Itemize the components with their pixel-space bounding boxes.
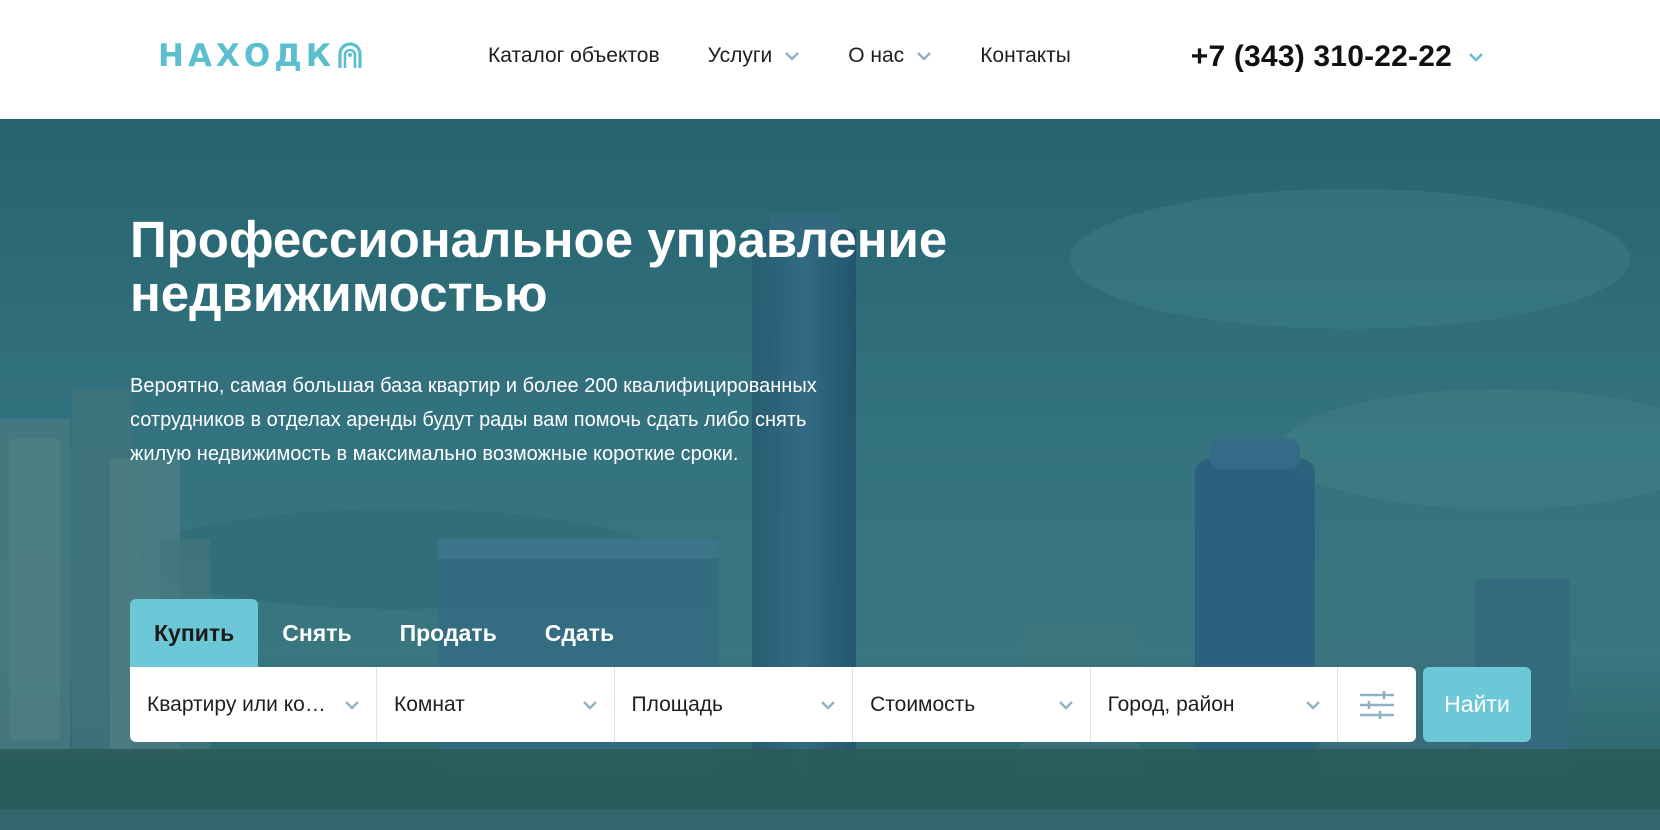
phone-dropdown[interactable]: +7 (343) 310-22-22 [1191, 40, 1484, 74]
chevron-down-icon [785, 52, 800, 61]
hero-title: Профессиональное управление недвижимость… [130, 211, 948, 322]
tab-lease[interactable]: Сдать [521, 599, 638, 667]
rooms-select[interactable]: Комнат [377, 667, 615, 742]
nav-item-catalog[interactable]: Каталог объектов [488, 44, 660, 68]
price-select[interactable]: Стоимость [853, 667, 1091, 742]
tab-sell[interactable]: Продать [376, 599, 521, 667]
chevron-down-icon [345, 701, 359, 710]
main-nav: Каталог объектов Услуги О нас Контакты [488, 44, 1071, 68]
nav-item-about[interactable]: О нас [848, 44, 932, 68]
logo-text: НАХОДК [158, 38, 336, 74]
rooms-value: Комнат [394, 692, 465, 716]
chevron-down-icon [1058, 701, 1073, 710]
nav-item-services[interactable]: Услуги [708, 44, 801, 68]
location-value: Город, район [1107, 692, 1235, 716]
tab-rent[interactable]: Снять [258, 599, 375, 667]
tab-buy[interactable]: Купить [130, 599, 259, 667]
nav-item-label: Каталог объектов [488, 44, 660, 67]
site-header: НАХОДК Каталог объектов Услуги О нас Кон… [0, 0, 1660, 119]
nav-item-contacts[interactable]: Контакты [980, 44, 1071, 68]
logo-pin-icon [338, 42, 362, 68]
nav-item-label: О нас [848, 44, 905, 67]
search-submit-button[interactable]: Найти [1423, 667, 1531, 742]
area-select[interactable]: Площадь [615, 667, 854, 742]
phone-number: +7 (343) 310-22-22 [1190, 40, 1452, 73]
chevron-down-icon [582, 701, 597, 710]
nav-item-label: Услуги [707, 44, 773, 67]
hero-section: Профессиональное управление недвижимость… [0, 119, 1660, 830]
sliders-icon [1360, 690, 1395, 719]
chevron-down-icon [821, 701, 835, 710]
chevron-down-icon [1469, 53, 1483, 62]
nav-item-label: Контакты [980, 44, 1071, 67]
property-type-select[interactable]: Квартиру или комнату [130, 667, 377, 742]
logo[interactable]: НАХОДК [158, 38, 363, 74]
advanced-filters-button[interactable] [1338, 667, 1416, 742]
search-bar: Квартиру или комнату Комнат Площадь Стои… [130, 667, 1416, 742]
chevron-down-icon [1306, 701, 1321, 710]
location-select[interactable]: Город, район [1091, 667, 1339, 742]
chevron-down-icon [917, 52, 932, 61]
search-tabs: Купить Снять Продать Сдать [130, 599, 638, 667]
price-value: Стоимость [870, 692, 976, 716]
property-type-value: Квартиру или комнату [147, 692, 332, 716]
area-value: Площадь [631, 692, 723, 716]
hero-description: Вероятно, самая большая база квартир и б… [130, 375, 817, 465]
